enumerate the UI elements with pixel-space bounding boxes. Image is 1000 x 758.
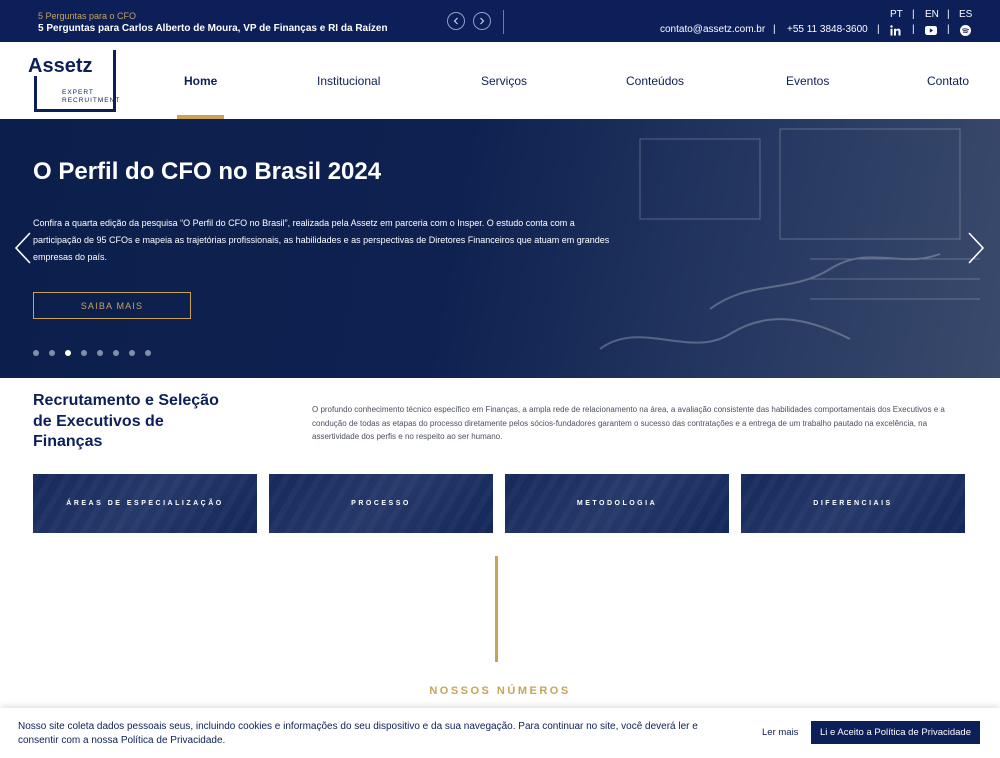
- cookie-read-more-link[interactable]: Ler mais: [762, 727, 798, 738]
- carousel-dot[interactable]: [49, 350, 55, 356]
- site-header: Assetz EXPERT RECRUITMENT Home Instituci…: [0, 42, 1000, 119]
- lang-es[interactable]: ES: [959, 9, 972, 20]
- top-divider: [503, 10, 504, 34]
- card-areas-de-especializacao[interactable]: ÁREAS DE ESPECIALIZAÇÃO: [33, 474, 257, 533]
- hero-carousel: O Perfil do CFO no Brasil 2024 Confira a…: [0, 119, 1000, 378]
- nav-contato[interactable]: Contato: [927, 74, 969, 88]
- youtube-icon[interactable]: [925, 24, 937, 36]
- hero-description: Confira a quarta edição da pesquisa “O P…: [33, 218, 610, 262]
- section-description: O profundo conhecimento técnico específi…: [312, 405, 945, 441]
- card-metodologia[interactable]: METODOLOGIA: [505, 474, 729, 533]
- carousel-dot[interactable]: [129, 350, 135, 356]
- contact-phone[interactable]: +55 11 3848-3600: [787, 24, 868, 35]
- gold-divider: [495, 556, 498, 662]
- carousel-dot[interactable]: [65, 350, 71, 356]
- logo-wordmark: Assetz: [28, 55, 95, 77]
- card-label: ÁREAS DE ESPECIALIZAÇÃO: [66, 500, 224, 507]
- cookie-banner: Nosso site coleta dados pessoais seus, i…: [0, 708, 1000, 758]
- lang-en[interactable]: EN: [925, 9, 939, 20]
- news-headline[interactable]: 5 Perguntas para Carlos Alberto de Moura…: [38, 22, 388, 36]
- spotify-icon[interactable]: [959, 24, 971, 36]
- lang-pt[interactable]: PT: [890, 9, 903, 20]
- nav-conteudos[interactable]: Conteúdos: [626, 74, 684, 88]
- cookie-text: Nosso site coleta dados pessoais seus, i…: [18, 721, 698, 746]
- carousel-dot[interactable]: [33, 350, 39, 356]
- logo-tagline-1: EXPERT: [62, 89, 94, 96]
- carousel-dot[interactable]: [81, 350, 87, 356]
- card-label: PROCESSO: [351, 500, 411, 507]
- carousel-dots: [33, 350, 151, 356]
- card-label: METODOLOGIA: [576, 500, 658, 507]
- nav-servicos[interactable]: Serviços: [481, 74, 527, 88]
- carousel-dot[interactable]: [113, 350, 119, 356]
- assetz-logo[interactable]: Assetz EXPERT RECRUITMENT: [28, 50, 124, 112]
- nav-institucional[interactable]: Institucional: [317, 74, 380, 88]
- card-processo[interactable]: PROCESSO: [269, 474, 493, 533]
- top-bar: 5 Perguntas para o CFO 5 Perguntas para …: [0, 0, 1000, 42]
- hero-background-image: [599, 128, 980, 350]
- news-ticker[interactable]: 5 Perguntas para o CFO 5 Perguntas para …: [38, 10, 388, 36]
- separator: |: [773, 24, 776, 35]
- carousel-prev-icon[interactable]: [13, 231, 33, 265]
- carousel-dot[interactable]: [145, 350, 151, 356]
- separator: |: [877, 24, 880, 35]
- card-diferenciais[interactable]: DIFERENCIAIS: [741, 474, 965, 533]
- saiba-mais-button[interactable]: SAIBA MAIS: [33, 292, 191, 319]
- hero-title: O Perfil do CFO no Brasil 2024: [33, 158, 382, 185]
- carousel-next-icon[interactable]: [966, 231, 986, 265]
- numbers-section-label: NOSSOS NÚMEROS: [429, 685, 571, 697]
- chevron-left-icon: [453, 17, 458, 25]
- nav-eventos[interactable]: Eventos: [786, 74, 829, 88]
- news-kicker: 5 Perguntas para o CFO: [38, 11, 137, 21]
- separator: |: [912, 9, 915, 20]
- carousel-dot[interactable]: [97, 350, 103, 356]
- cookie-accept-button[interactable]: Li e Aceito a Política de Privacidade: [811, 721, 980, 744]
- chevron-right-icon: [480, 17, 485, 25]
- news-next-button[interactable]: [473, 12, 491, 30]
- contact-email[interactable]: contato@assetz.com.br: [660, 24, 765, 35]
- separator: |: [912, 24, 915, 35]
- section-title: Recrutamento e Seleção de Executivos de …: [33, 392, 219, 450]
- separator: |: [947, 24, 950, 35]
- linkedin-icon[interactable]: [889, 24, 901, 36]
- card-label: DIFERENCIAIS: [813, 500, 893, 507]
- separator: |: [947, 9, 950, 20]
- news-prev-button[interactable]: [447, 12, 465, 30]
- logo-tagline-2: RECRUITMENT: [62, 97, 121, 104]
- nav-home[interactable]: Home: [184, 74, 217, 88]
